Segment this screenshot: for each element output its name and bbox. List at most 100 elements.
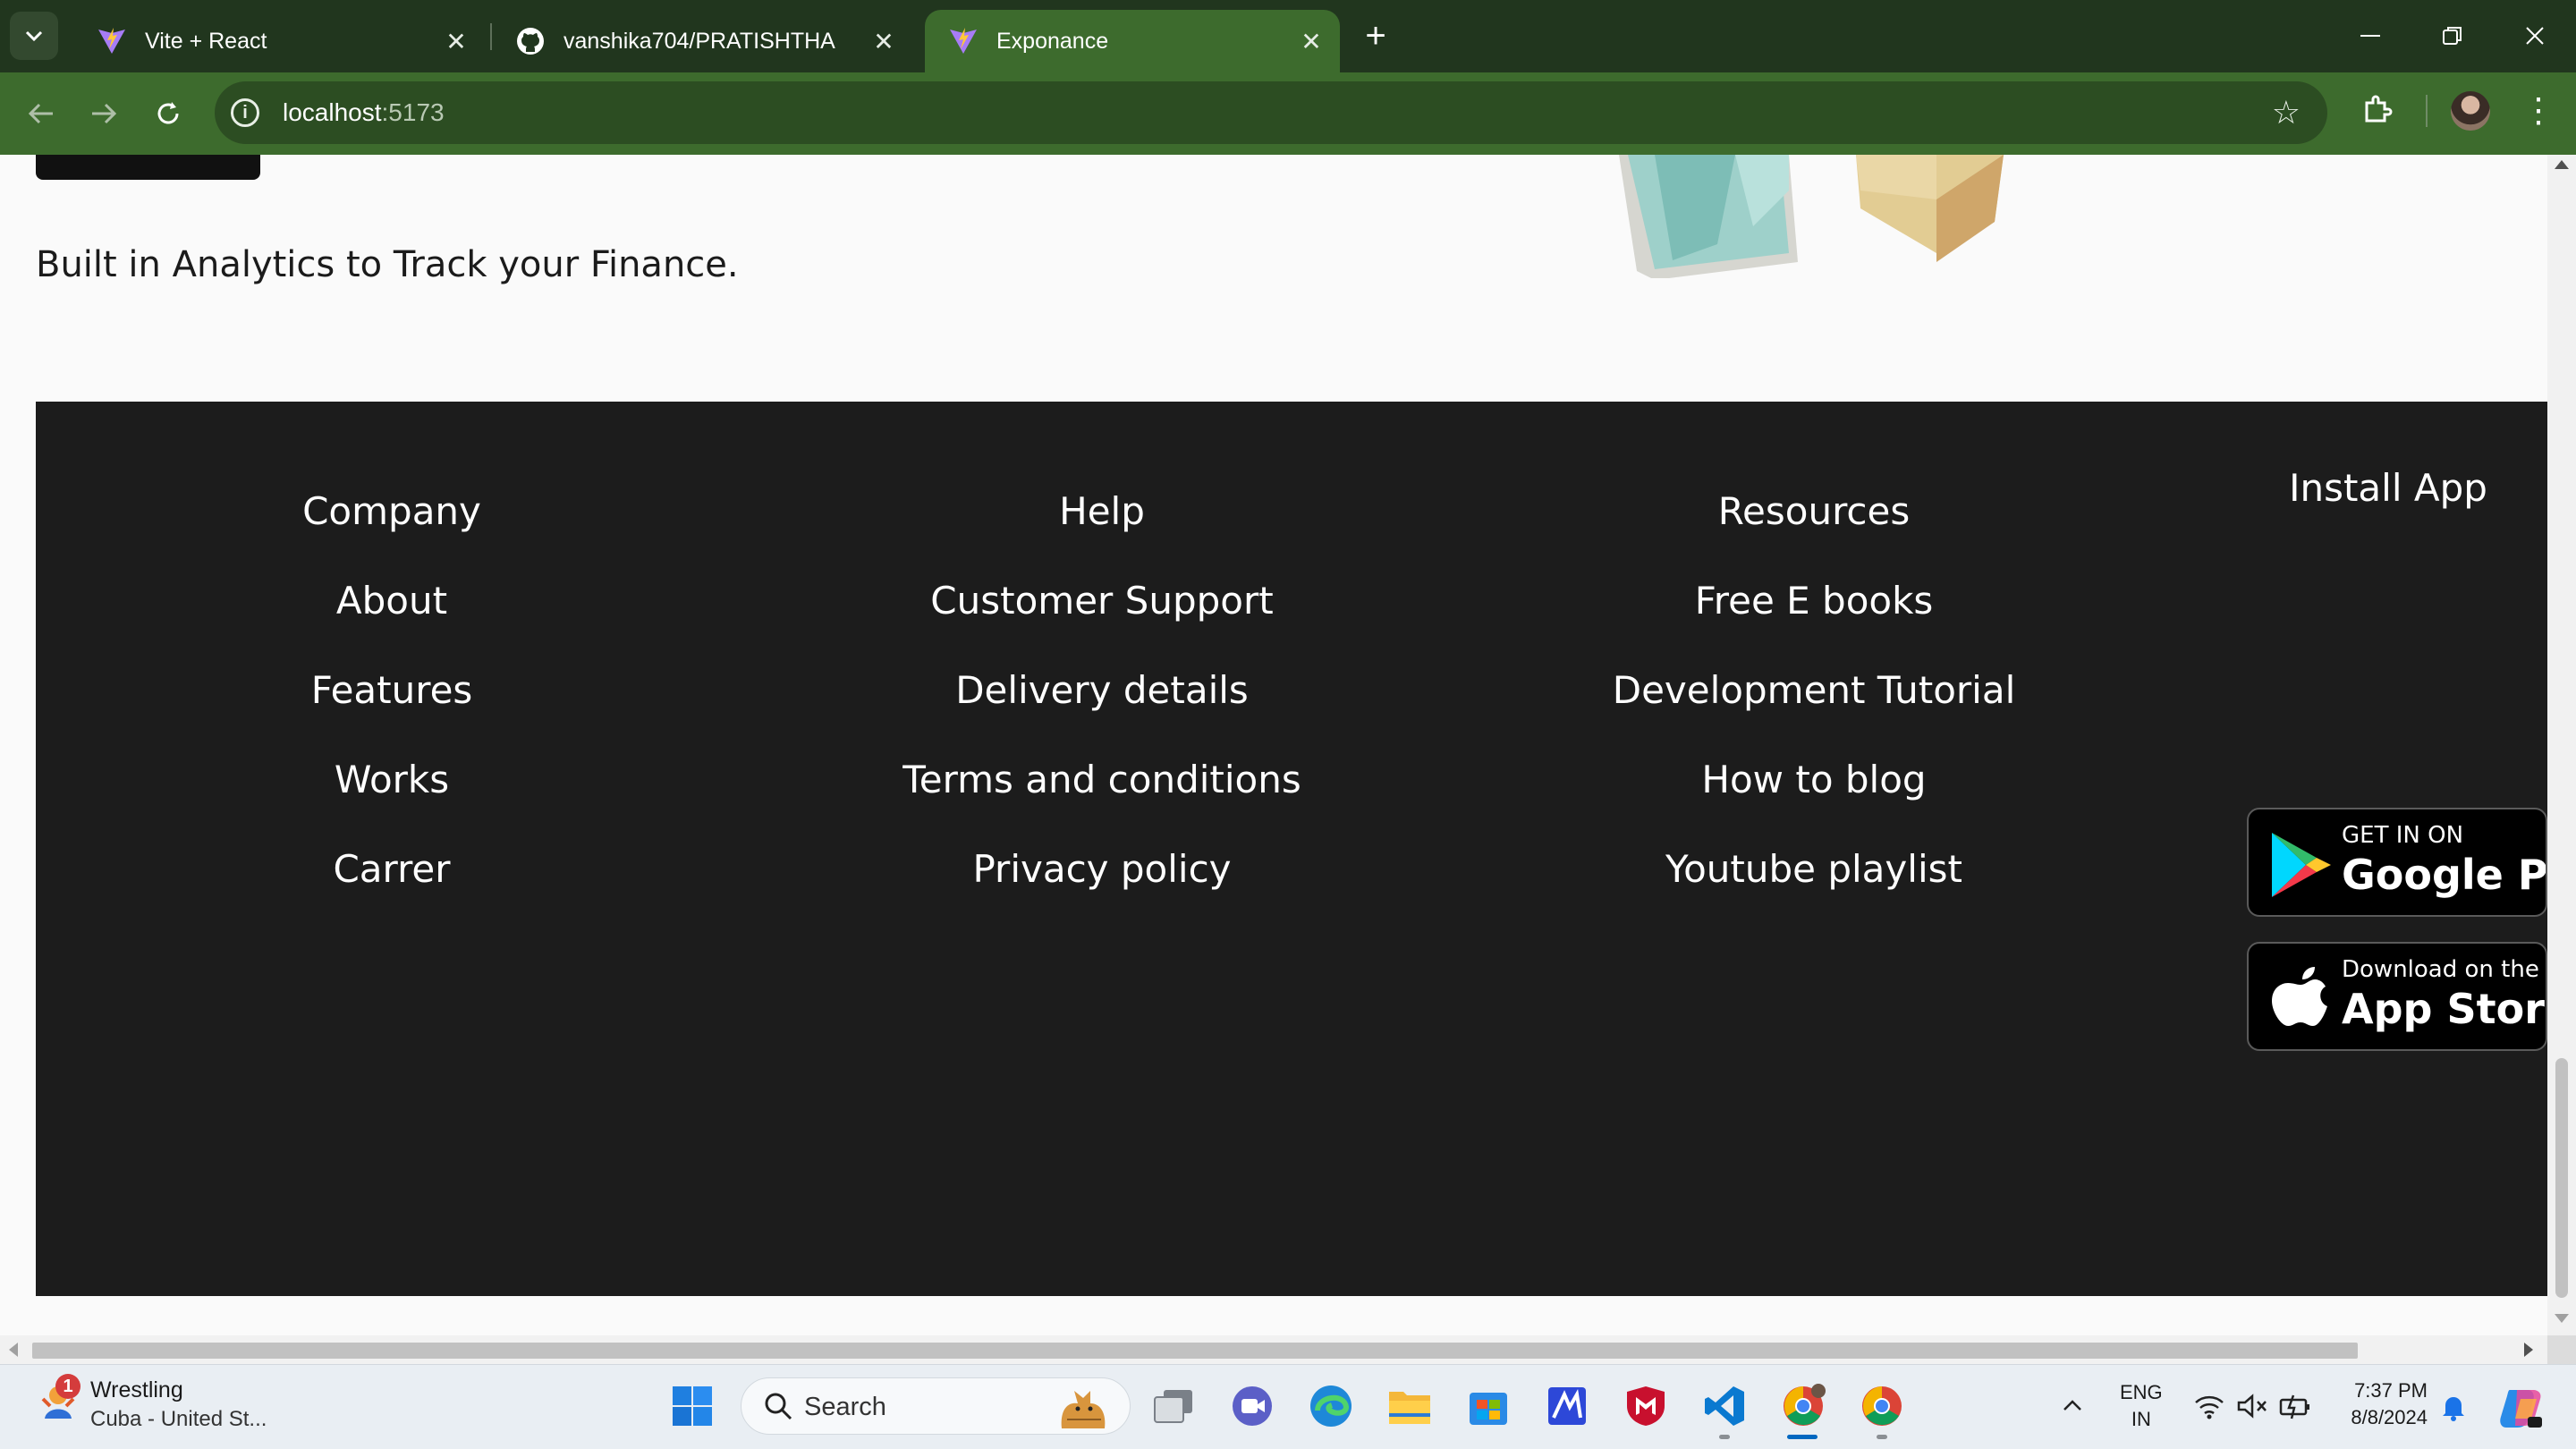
chrome-icon[interactable] (1857, 1381, 1907, 1431)
apple-icon (2272, 967, 2327, 1026)
cat-illustration-icon (1061, 1391, 1106, 1428)
footer-heading-resources: Resources (1717, 489, 1911, 533)
mcafee-shield-icon[interactable] (1621, 1381, 1671, 1431)
footer-link-terms[interactable]: Terms and conditions (902, 758, 1301, 801)
vite-icon (97, 26, 127, 56)
footer-link-privacy-policy[interactable]: Privacy policy (972, 847, 1231, 891)
new-tab-button[interactable]: + (1356, 16, 1395, 55)
hero-tagline: Built in Analytics to Track your Finance… (36, 244, 739, 285)
footer-link-carrer[interactable]: Carrer (333, 847, 450, 891)
restore-icon[interactable] (2431, 16, 2474, 55)
teams-meet-icon[interactable] (1227, 1381, 1277, 1431)
tab-title: vanshika704/PRATISHTHA (564, 28, 835, 54)
bookmark-star-icon[interactable]: ☆ (2272, 94, 2301, 131)
footer-link-about[interactable]: About (336, 579, 447, 623)
forward-arrow-icon[interactable] (82, 92, 125, 135)
tab-github[interactable]: vanshika704/PRATISHTHA ✕ (492, 10, 912, 72)
extensions-icon[interactable] (2358, 89, 2397, 129)
running-indicator (1877, 1435, 1887, 1439)
horizontal-scroll-thumb[interactable] (32, 1343, 2358, 1359)
windows-start-icon[interactable] (667, 1381, 717, 1431)
browser-toolbar: i localhost:5173 ☆ (0, 72, 2576, 155)
chevron-up-icon[interactable] (2059, 1392, 2086, 1419)
wifi-icon[interactable] (2193, 1392, 2225, 1420)
toolbar-divider (2426, 95, 2428, 127)
page-viewport: Built in Analytics to Track your Finance… (0, 155, 2547, 1335)
close-icon[interactable]: ✕ (866, 23, 902, 59)
app-store-small-text: Download on the (2342, 956, 2539, 983)
vertical-scroll-thumb[interactable] (2555, 1058, 2568, 1298)
google-play-icon (2272, 833, 2331, 897)
horizontal-scrollbar[interactable] (0, 1335, 2547, 1364)
reload-icon[interactable] (147, 92, 190, 135)
running-indicator-active (1787, 1435, 1818, 1439)
microsoft-store-icon[interactable] (1463, 1381, 1513, 1431)
scroll-left-arrow-icon[interactable] (9, 1343, 18, 1357)
volume-muted-icon[interactable] (2236, 1392, 2268, 1420)
window-close-icon[interactable] (2513, 16, 2556, 55)
footer-link-development-tutorial[interactable]: Development Tutorial (1613, 668, 2016, 712)
footer-link-free-ebooks[interactable]: Free E books (1695, 579, 1934, 623)
footer-link-delivery-details[interactable]: Delivery details (955, 668, 1249, 712)
finance-illustration (1619, 155, 2004, 278)
app-store-badge[interactable]: Download on the App Store (2247, 942, 2547, 1051)
minimize-icon[interactable] (2349, 16, 2392, 55)
back-arrow-icon[interactable] (20, 92, 63, 135)
site-footer: Company About Features Works Carrer Help… (36, 402, 2547, 1296)
more-menu-icon[interactable]: ⋮ (2521, 89, 2555, 131)
address-bar[interactable]: i localhost:5173 ☆ (215, 81, 2327, 144)
search-label: Search (804, 1393, 886, 1421)
notification-bell-icon[interactable] (2438, 1392, 2469, 1422)
edge-browser-icon[interactable] (1306, 1381, 1356, 1431)
tab-title: Exponance (996, 28, 1109, 54)
github-icon (515, 26, 546, 56)
scroll-right-arrow-icon[interactable] (2524, 1343, 2533, 1357)
input-language[interactable]: ENG IN (2120, 1379, 2163, 1433)
tab-exponance[interactable]: Exponance ✕ (925, 10, 1340, 72)
footer-heading-company: Company (302, 489, 481, 533)
footer-link-how-to-blog[interactable]: How to blog (1701, 758, 1926, 801)
hero-cta-button[interactable] (36, 155, 260, 180)
copilot-icon[interactable] (2497, 1386, 2544, 1429)
tab-vite-react[interactable]: Vite + React ✕ (73, 10, 485, 72)
language-code: ENG (2120, 1381, 2163, 1403)
app-store-big-text: App Store (2342, 985, 2546, 1033)
clock-date: 8/8/2024 (2351, 1406, 2428, 1428)
tab-search-button[interactable] (10, 12, 58, 60)
site-info-icon[interactable]: i (231, 98, 259, 127)
scrollbar-corner (2547, 1335, 2576, 1364)
profile-avatar[interactable] (2451, 91, 2490, 131)
file-explorer-icon[interactable] (1385, 1381, 1435, 1431)
vscode-icon[interactable] (1699, 1381, 1750, 1431)
windows-taskbar (0, 1364, 2576, 1449)
footer-link-customer-support[interactable]: Customer Support (930, 579, 1273, 623)
footer-link-youtube-playlist[interactable]: Youtube playlist (1665, 847, 1962, 891)
close-icon[interactable]: ✕ (438, 23, 474, 59)
task-view-icon[interactable] (1148, 1381, 1199, 1431)
footer-link-features[interactable]: Features (311, 668, 473, 712)
tab-strip: Vite + React ✕ vanshika704/PRATISHTHA ✕ … (0, 0, 2576, 72)
scroll-down-arrow-icon[interactable] (2555, 1314, 2569, 1323)
widget-title[interactable]: Wrestling (90, 1377, 183, 1403)
google-play-big-text: Google Play (2342, 851, 2547, 899)
system-clock[interactable]: 7:37 PM 8/8/2024 (2336, 1377, 2428, 1431)
chevron-down-icon (25, 30, 43, 42)
chrome-profile-icon[interactable] (1778, 1381, 1828, 1431)
google-play-badge[interactable]: GET IN ON Google Play (2247, 808, 2547, 917)
widget-subtitle[interactable]: Cuba - United St... (90, 1407, 267, 1432)
taskbar-search-box[interactable]: Search (741, 1377, 1131, 1435)
url-text: localhost:5173 (283, 98, 445, 126)
tab-title: Vite + React (145, 28, 267, 54)
vite-icon (948, 26, 979, 56)
close-icon[interactable]: ✕ (1293, 23, 1329, 59)
notification-badge: 1 (55, 1374, 80, 1399)
stylus-app-icon[interactable] (1542, 1381, 1592, 1431)
vertical-scrollbar[interactable] (2547, 155, 2576, 1335)
battery-charging-icon[interactable] (2279, 1392, 2311, 1420)
scroll-up-arrow-icon[interactable] (2555, 160, 2569, 169)
running-indicator (1719, 1435, 1730, 1439)
search-icon (765, 1393, 792, 1420)
google-play-small-text: GET IN ON (2342, 822, 2464, 849)
footer-link-works[interactable]: Works (335, 758, 449, 801)
footer-heading-install-app: Install App (2289, 466, 2487, 510)
